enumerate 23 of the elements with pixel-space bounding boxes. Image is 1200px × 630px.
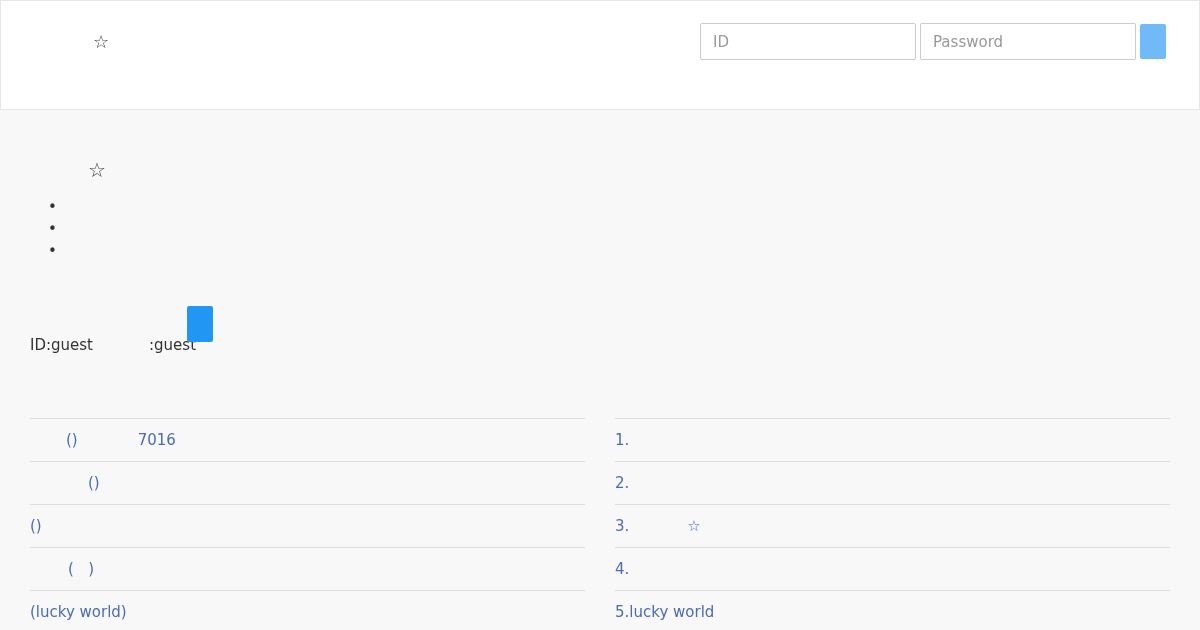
list-link[interactable]: 7016 [137,431,176,449]
password-field[interactable]: Password [920,23,1136,60]
list-link[interactable]: () [66,431,78,449]
credential-text: ID:guest [30,336,94,354]
list-link[interactable]: 1. [615,431,630,449]
list-link[interactable]: () [30,517,42,535]
credential-text: :guest [149,336,196,354]
list-link[interactable]: (lucky world) [30,603,127,621]
guest-login-button[interactable] [187,306,213,342]
list-link[interactable]: 4. [615,560,630,578]
list-link[interactable]: ( ) [68,560,94,578]
bullet-marker: • [48,242,57,260]
bullet-marker: • [48,198,57,216]
list-link[interactable]: 2. [615,474,630,492]
bullet-marker: • [48,220,57,238]
page-title: ☆ [88,158,107,182]
id-field[interactable]: ID [700,23,916,60]
list-link[interactable]: ☆ [687,517,701,535]
list-link[interactable]: 3. [615,517,630,535]
login-button[interactable] [1140,24,1166,59]
list-link[interactable]: () [88,474,100,492]
site-logo[interactable]: ☆ [93,31,110,52]
list-link[interactable]: 5.lucky world [615,603,715,621]
